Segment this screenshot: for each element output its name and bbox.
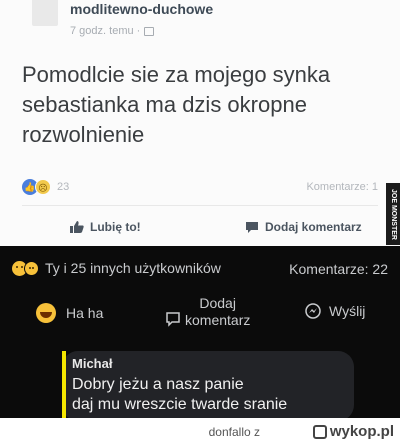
reply-screenshot: Ty i 25 innych użytkowników Komentarze: … bbox=[0, 246, 400, 421]
page-name[interactable]: modlitewno-duchowe bbox=[70, 1, 213, 17]
post-text: Pomodlcie sie za mojego synka sebastiank… bbox=[22, 62, 331, 147]
original-post-screenshot: modlitewno-duchowe 7 godz. temu · Pomodl… bbox=[0, 0, 400, 246]
reaction-row[interactable]: 👍 ☹ 23 bbox=[22, 179, 69, 195]
reaction-summary-row[interactable]: Ty i 25 innych użytkowników bbox=[12, 260, 221, 276]
comment-button[interactable]: Dodaj komentarz bbox=[245, 220, 362, 234]
messenger-icon bbox=[305, 303, 321, 319]
wykop-logo-icon bbox=[312, 424, 327, 439]
site-name: wykop.pl bbox=[329, 423, 394, 440]
comment-label: Dodaj komentarz bbox=[265, 220, 362, 234]
add-comment-label: Dodaj komentarz bbox=[185, 295, 250, 329]
reply-text: Dobry jeżu a nasz panie daj mu wreszcie … bbox=[72, 375, 342, 415]
reply-accent-bar bbox=[62, 351, 66, 418]
haha-icon bbox=[36, 303, 56, 323]
post-meta: 7 godz. temu · bbox=[70, 25, 155, 37]
site-logo[interactable]: wykop.pl bbox=[312, 423, 394, 440]
footer: donfallo z wykop.pl bbox=[0, 418, 400, 445]
avatar[interactable] bbox=[32, 0, 58, 26]
add-comment-label-line1: Dodaj bbox=[199, 295, 236, 311]
wow-reaction-icon bbox=[24, 260, 39, 276]
reaction-summary: Ty i 25 innych użytkowników bbox=[45, 260, 221, 276]
haha-button[interactable]: Ha ha bbox=[36, 303, 103, 323]
comment-count[interactable]: Komentarze: 22 bbox=[289, 261, 388, 277]
send-button[interactable]: Wyślij bbox=[305, 303, 365, 319]
add-comment-button[interactable]: Dodaj komentarz bbox=[165, 295, 250, 329]
reply-line-2: daj mu wreszcie twarde sranie bbox=[72, 396, 288, 413]
reply-author[interactable]: Michał bbox=[72, 356, 112, 371]
add-comment-label-line2: komentarz bbox=[185, 312, 251, 328]
sad-reaction-icon: ☹ bbox=[35, 179, 51, 195]
reply-line-1: Dobry jeżu a nasz panie bbox=[72, 376, 244, 393]
footer-credit: donfallo z bbox=[208, 425, 260, 439]
divider bbox=[22, 205, 378, 206]
comment-icon bbox=[166, 312, 180, 327]
haha-label: Ha ha bbox=[66, 305, 104, 321]
audience-icon bbox=[144, 26, 155, 36]
comment-count[interactable]: Komentarze: 1 bbox=[306, 181, 378, 193]
comment-icon bbox=[246, 222, 258, 233]
send-label: Wyślij bbox=[329, 303, 366, 319]
thumbs-up-icon bbox=[70, 221, 84, 233]
reaction-count: 23 bbox=[57, 181, 70, 193]
watermark: JOE MONSTER bbox=[386, 183, 400, 245]
post-time[interactable]: 7 godz. temu · bbox=[70, 25, 140, 37]
like-label: Lubię to! bbox=[90, 220, 141, 234]
like-button[interactable]: Lubię to! bbox=[70, 220, 141, 234]
